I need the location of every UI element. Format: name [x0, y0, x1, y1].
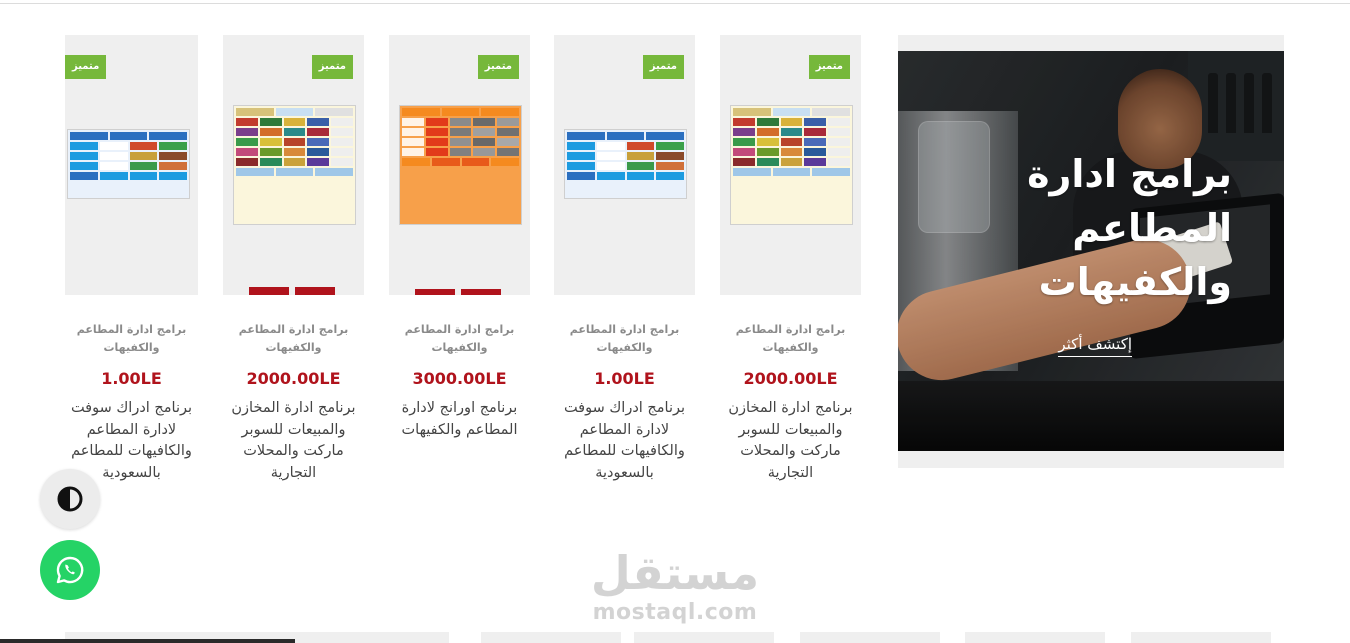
product-title[interactable]: برنامج ادارة المخازن والمبيعات للسوبر ما… [223, 398, 364, 484]
whatsapp-icon [56, 556, 84, 584]
taskbar-edge [0, 639, 295, 643]
product-image[interactable]: متميز [720, 35, 861, 295]
next-row-card [965, 632, 1105, 643]
discover-more-link[interactable]: إكتشف أكثر [1058, 335, 1132, 357]
featured-badge: متميز [65, 55, 107, 79]
product-image[interactable]: متميز [389, 35, 530, 295]
contrast-icon [57, 486, 83, 512]
next-row-card [1131, 632, 1271, 643]
product-thumbnail [730, 105, 853, 225]
product-thumbnail [399, 105, 522, 225]
product-title[interactable]: برنامج اورانج لادارة المطاعم والكفيهات [389, 398, 530, 441]
promo-banner[interactable]: برامج ادارة المطاعم والكفيهات إكتشف أكثر [898, 35, 1284, 468]
next-row-card [800, 632, 940, 643]
product-title[interactable]: برنامج ادراك سوفت لادارة المطاعم والكافي… [554, 398, 695, 484]
product-category[interactable]: برامج ادارة المطاعم والكفيهات [389, 321, 530, 357]
product-image[interactable]: متميز [554, 35, 695, 295]
banner-title: برامج ادارة المطاعم والكفيهات [1027, 152, 1232, 304]
product-price: 2000.00LE [246, 369, 341, 388]
product-card[interactable]: متميز برامج ادارة المطاعم والكفيهات 3000… [389, 35, 530, 441]
product-category[interactable]: برامج ادارة المطاعم والكفيهات [223, 321, 364, 357]
product-thumbnail [233, 105, 356, 225]
whatsapp-button[interactable] [40, 540, 100, 600]
product-image[interactable]: متميز [65, 35, 198, 295]
product-price: 2000.00LE [743, 369, 838, 388]
product-category[interactable]: برامج ادارة المطاعم والكفيهات [720, 321, 861, 357]
next-row-card [481, 632, 621, 643]
next-row-card [634, 632, 774, 643]
product-category[interactable]: برامج ادارة المطاعم والكفيهات [554, 321, 695, 357]
product-thumbnail [67, 129, 190, 199]
watermark-url: mostaql.com [592, 600, 758, 625]
featured-badge: متميز [311, 55, 353, 79]
product-card[interactable]: متميز برامج ادارة المطاعم والكفيهات 1.00… [554, 35, 695, 484]
product-price: 1.00LE [101, 369, 162, 388]
contrast-toggle-button[interactable] [40, 469, 100, 529]
featured-badge: متميز [642, 55, 684, 79]
product-image[interactable]: متميز [223, 35, 364, 295]
product-thumbnail [564, 129, 687, 199]
header-divider [0, 3, 1350, 4]
product-title[interactable]: برنامج ادارة المخازن والمبيعات للسوبر ما… [720, 398, 861, 484]
product-price: 1.00LE [594, 369, 655, 388]
product-card[interactable]: متميز برامج ادارة المطاعم والكفيهات 2000… [223, 35, 364, 484]
product-category[interactable]: برامج ادارة المطاعم والكفيهات [65, 321, 198, 357]
product-title[interactable]: برنامج ادراك سوفت لادارة المطاعم والكافي… [65, 398, 198, 484]
product-card[interactable]: متميز برامج ادارة المطاعم والكفيهات 1.00… [65, 35, 198, 484]
product-price: 3000.00LE [412, 369, 507, 388]
featured-badge: متميز [808, 55, 850, 79]
product-card[interactable]: متميز برامج ادارة المطاعم والكفيهات 2000… [720, 35, 861, 484]
featured-badge: متميز [477, 55, 519, 79]
watermark-logo: مستقل [590, 546, 760, 600]
